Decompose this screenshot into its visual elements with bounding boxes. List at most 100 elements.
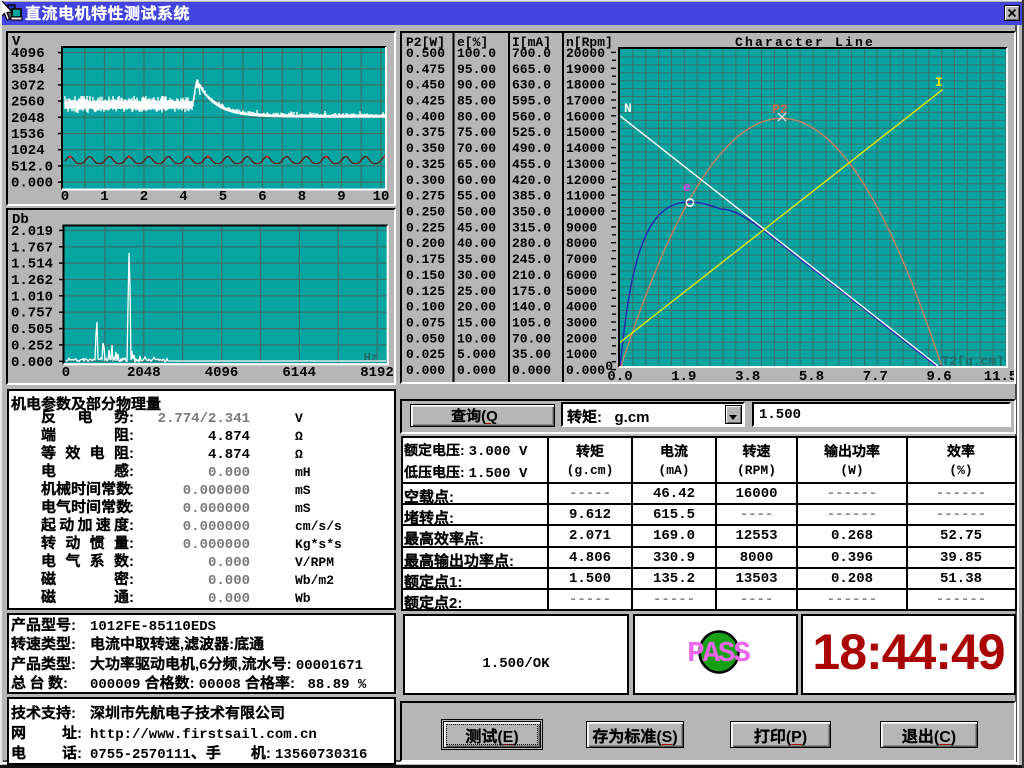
svg-text:10000: 10000 [566, 205, 605, 220]
svg-text:8: 8 [298, 189, 306, 204]
svg-text:14000: 14000 [566, 141, 605, 156]
svg-text:105.0: 105.0 [512, 316, 551, 331]
svg-text:Hz: Hz [364, 351, 378, 365]
svg-text:30.00: 30.00 [457, 268, 496, 283]
svg-text:0.375: 0.375 [406, 125, 445, 140]
svg-text:16000: 16000 [566, 109, 605, 124]
svg-text:0.300: 0.300 [406, 173, 445, 188]
svg-text:0.225: 0.225 [406, 220, 445, 235]
svg-text:11.5: 11.5 [984, 369, 1014, 382]
svg-text:630.0: 630.0 [512, 78, 551, 93]
svg-text:1.767: 1.767 [11, 240, 53, 256]
svg-text:10: 10 [373, 189, 390, 204]
svg-text:20000: 20000 [566, 46, 605, 61]
svg-text:2048: 2048 [11, 111, 45, 127]
svg-text:0: 0 [62, 365, 70, 381]
svg-text:0.505: 0.505 [11, 322, 53, 338]
svg-text:0.000: 0.000 [457, 363, 496, 378]
svg-text:1.010: 1.010 [11, 289, 53, 305]
svg-text:0.475: 0.475 [406, 62, 445, 77]
svg-text:0.325: 0.325 [406, 157, 445, 172]
svg-text:60.00: 60.00 [457, 173, 496, 188]
svg-text:75.00: 75.00 [457, 125, 496, 140]
svg-text:70.00: 70.00 [457, 141, 496, 156]
svg-text:385.0: 385.0 [512, 189, 551, 204]
svg-text:0.100: 0.100 [406, 300, 445, 315]
svg-text:4096: 4096 [205, 365, 239, 381]
svg-text:9.6: 9.6 [926, 369, 951, 382]
svg-text:2048: 2048 [127, 365, 161, 381]
svg-text:0.250: 0.250 [406, 205, 445, 220]
svg-text:420.0: 420.0 [512, 173, 551, 188]
svg-text:55.00: 55.00 [457, 189, 496, 204]
svg-text:13000: 13000 [566, 157, 605, 172]
svg-text:3.8: 3.8 [735, 369, 760, 382]
svg-text:35.00: 35.00 [457, 252, 496, 267]
svg-text:315.0: 315.0 [512, 220, 551, 235]
svg-text:0.000: 0.000 [512, 363, 551, 378]
svg-text:80.00: 80.00 [457, 109, 496, 124]
svg-text:0.425: 0.425 [406, 94, 445, 109]
svg-text:11000: 11000 [566, 189, 605, 204]
svg-text:5.8: 5.8 [799, 369, 824, 382]
svg-text:N: N [624, 101, 632, 116]
svg-text:95.00: 95.00 [457, 62, 496, 77]
svg-text:8000: 8000 [566, 236, 597, 251]
svg-text:140.0: 140.0 [512, 300, 551, 315]
svg-text:90.00: 90.00 [457, 78, 496, 93]
svg-text:1.9: 1.9 [671, 369, 696, 382]
svg-text:9000: 9000 [566, 220, 597, 235]
svg-text:85.00: 85.00 [457, 94, 496, 109]
svg-text:4: 4 [179, 189, 187, 204]
svg-text:210.0: 210.0 [512, 268, 551, 283]
svg-text:0.0: 0.0 [607, 369, 632, 382]
svg-text:17000: 17000 [566, 94, 605, 109]
svg-text:0.050: 0.050 [406, 331, 445, 346]
svg-text:18000: 18000 [566, 78, 605, 93]
svg-text:1536: 1536 [11, 127, 45, 143]
svg-text:45.00: 45.00 [457, 220, 496, 235]
svg-text:7000: 7000 [566, 252, 597, 267]
svg-text:3072: 3072 [11, 78, 45, 94]
svg-text:100.0: 100.0 [457, 46, 496, 61]
svg-text:6000: 6000 [566, 268, 597, 283]
svg-text:0.000: 0.000 [11, 176, 53, 192]
svg-text:12000: 12000 [566, 173, 605, 188]
svg-text:1: 1 [100, 189, 108, 204]
svg-text:4000: 4000 [566, 300, 597, 315]
svg-text:0.150: 0.150 [406, 268, 445, 283]
svg-text:5.000: 5.000 [457, 347, 496, 362]
svg-text:700.0: 700.0 [512, 46, 551, 61]
svg-text:3000: 3000 [566, 316, 597, 331]
svg-text:0.350: 0.350 [406, 141, 445, 156]
svg-text:0.500: 0.500 [406, 46, 445, 61]
svg-text:560.0: 560.0 [512, 109, 551, 124]
svg-text:175.0: 175.0 [512, 284, 551, 299]
svg-text:0.200: 0.200 [406, 236, 445, 251]
svg-text:20.00: 20.00 [457, 300, 496, 315]
svg-text:40.00: 40.00 [457, 236, 496, 251]
svg-text:19000: 19000 [566, 62, 605, 77]
svg-text:0.400: 0.400 [406, 109, 445, 124]
svg-text:595.0: 595.0 [512, 94, 551, 109]
svg-text:512.0: 512.0 [11, 159, 53, 175]
svg-text:0.000: 0.000 [566, 363, 605, 378]
svg-text:525.0: 525.0 [512, 125, 551, 140]
svg-text:4096: 4096 [11, 46, 45, 62]
svg-text:70.00: 70.00 [512, 331, 551, 346]
svg-text:65.00: 65.00 [457, 157, 496, 172]
svg-text:50.00: 50.00 [457, 205, 496, 220]
svg-text:0.000: 0.000 [11, 355, 53, 371]
svg-text:PASS: PASS [687, 637, 750, 670]
svg-text:0.757: 0.757 [11, 306, 53, 322]
svg-text:6: 6 [258, 189, 266, 204]
svg-text:280.0: 280.0 [512, 236, 551, 251]
svg-text:0.075: 0.075 [406, 316, 445, 331]
svg-text:15.00: 15.00 [457, 316, 496, 331]
svg-text:0.175: 0.175 [406, 252, 445, 267]
svg-text:5000: 5000 [566, 284, 597, 299]
svg-text:490.0: 490.0 [512, 141, 551, 156]
svg-text:7.7: 7.7 [863, 369, 888, 382]
svg-text:0.025: 0.025 [406, 347, 445, 362]
svg-text:455.0: 455.0 [512, 157, 551, 172]
